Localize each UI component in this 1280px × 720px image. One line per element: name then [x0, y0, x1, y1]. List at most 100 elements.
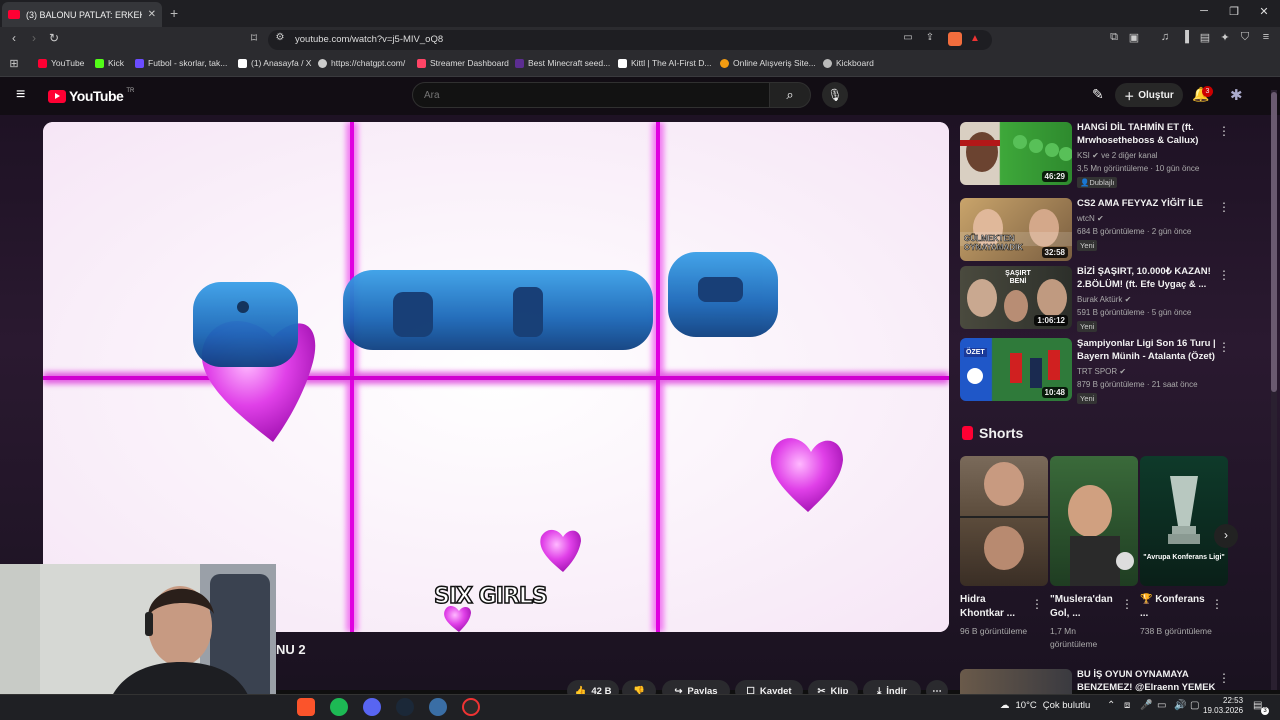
- bookmark-x[interactable]: (1) Anasayfa / X: [238, 58, 311, 68]
- media-icon[interactable]: ♫: [1157, 31, 1173, 43]
- rec-title[interactable]: BU İŞ OYUN OYNAMAYA BENZEMEZ! @Elraenn Y…: [1077, 669, 1217, 694]
- brave-rewards-icon[interactable]: ▲: [970, 33, 980, 44]
- clock-time: 22:53: [1223, 696, 1244, 705]
- rec-thumbnail[interactable]: [960, 669, 1072, 694]
- sidebar-icon[interactable]: ▐: [1177, 31, 1193, 43]
- site-info-icon[interactable]: ⚙: [272, 32, 288, 43]
- rec-video-1[interactable]: 46:29 HANGİ DİL TAHMİN ET (ft. Mrwhoseth…: [960, 122, 1260, 188]
- rec-menu-icon[interactable]: ⋮: [1218, 268, 1230, 282]
- bookmark-minecraft[interactable]: Best Minecraft seed...: [515, 58, 610, 68]
- tray-extra-icon[interactable]: ▢: [1190, 700, 1199, 711]
- new-tab-icon[interactable]: +: [170, 5, 178, 21]
- bookmark-chatgpt[interactable]: https://chatgpt.com/: [318, 58, 405, 68]
- app-taskbar-icon[interactable]: [429, 698, 447, 716]
- kick-icon: [95, 58, 104, 68]
- wallet-icon[interactable]: ▤: [1197, 31, 1213, 44]
- rec-title[interactable]: BİZİ ŞAŞIRT, 10.000₺ KAZAN! 2.BÖLÜM! (ft…: [1077, 266, 1217, 291]
- rec-channel[interactable]: Burak Aktürk ✔: [1077, 295, 1131, 304]
- close-tab-icon[interactable]: ✕: [148, 9, 156, 20]
- youtube-logo[interactable]: YouTube TR: [48, 88, 134, 104]
- rec-thumbnail[interactable]: ŞAŞIRT BENİ 1:06:12: [960, 266, 1072, 329]
- search-button[interactable]: ⌕: [769, 82, 811, 108]
- avatar[interactable]: ✱: [1230, 86, 1243, 104]
- short-title[interactable]: Hidra Khontkar ...: [960, 593, 1032, 621]
- network-icon[interactable]: ▭: [1157, 700, 1166, 711]
- bookmark-streamer-dashboard[interactable]: Streamer Dashboard: [417, 58, 509, 68]
- bookmark-kickboard[interactable]: Kickboard: [823, 58, 874, 68]
- tray-mic-icon[interactable]: 🎤: [1140, 700, 1152, 711]
- share-page-icon[interactable]: ⇪: [922, 32, 938, 43]
- short-menu-icon[interactable]: ⋮: [1211, 597, 1223, 611]
- bookmark-shopping[interactable]: Online Alışveriş Site...: [720, 58, 816, 68]
- rec-title[interactable]: HANGİ DİL TAHMİN ET (ft. Mrwhosetheboss …: [1077, 122, 1217, 147]
- browser-tab[interactable]: (3) BALONU PATLAT: ERKEKLER V ✕: [2, 2, 162, 27]
- rec-menu-icon[interactable]: ⋮: [1218, 340, 1230, 354]
- apps-grid-icon[interactable]: ⊞: [6, 57, 22, 70]
- short-menu-icon[interactable]: ⋮: [1121, 597, 1133, 611]
- screenshot-icon[interactable]: ▣: [1126, 31, 1142, 44]
- brave-shields-icon[interactable]: [948, 32, 962, 46]
- rec-video-4[interactable]: ÖZET 10:48 Şampiyonlar Ligi Son 16 Turu …: [960, 338, 1260, 404]
- rec-channel[interactable]: KSI ✔ ve 2 diğer kanal: [1077, 151, 1158, 160]
- short-menu-icon[interactable]: ⋮: [1031, 597, 1043, 611]
- minimize-icon[interactable]: ─: [1194, 5, 1214, 17]
- leo-ai-icon[interactable]: ✦: [1217, 31, 1233, 44]
- shorts-next-icon[interactable]: ›: [1214, 524, 1238, 548]
- short-card-2[interactable]: [1050, 456, 1138, 586]
- steam-taskbar-icon[interactable]: [396, 698, 414, 716]
- rec-menu-icon[interactable]: ⋮: [1218, 200, 1230, 214]
- short-card-3[interactable]: "Avrupa Konferans Ligi": [1140, 456, 1228, 586]
- spotify-taskbar-icon[interactable]: [330, 698, 348, 716]
- bookmark-icon[interactable]: ⌑: [246, 31, 262, 45]
- browser-menu-icon[interactable]: ≡: [1258, 31, 1274, 43]
- reload-icon[interactable]: ↻: [46, 31, 62, 45]
- video-player[interactable]: [43, 122, 949, 632]
- clip-add-icon[interactable]: ✎: [1092, 86, 1104, 103]
- short-card-1[interactable]: [960, 456, 1048, 586]
- vpn-icon[interactable]: ⛉: [1237, 31, 1253, 44]
- bookmark-label: Online Alışveriş Site...: [733, 58, 816, 68]
- rec-thumbnail[interactable]: GÜLMEKTEN OYNAYAMADIK 32:58: [960, 198, 1072, 261]
- rec-title[interactable]: Şampiyonlar Ligi Son 16 Turu | Bayern Mü…: [1077, 338, 1217, 363]
- rec-video-3[interactable]: ŞAŞIRT BENİ 1:06:12 BİZİ ŞAŞIRT, 10.000₺…: [960, 266, 1260, 332]
- obs-taskbar-icon[interactable]: [462, 698, 480, 716]
- hamburger-menu-icon[interactable]: ≡: [16, 86, 25, 104]
- tray-app-icon[interactable]: ⧈: [1124, 700, 1130, 711]
- bookmark-futbol[interactable]: Futbol - skorlar, tak...: [135, 58, 227, 68]
- extensions-icon[interactable]: ⧉: [1106, 31, 1122, 44]
- rec-thumbnail[interactable]: 46:29: [960, 122, 1072, 185]
- bookmark-label: Best Minecraft seed...: [528, 58, 611, 68]
- rec-thumbnail[interactable]: ÖZET 10:48: [960, 338, 1072, 401]
- rec-title[interactable]: CS2 AMA FEYYAZ YİĞİT İLE: [1077, 198, 1217, 211]
- rec-stats: 591 B görüntüleme · 5 gün önce: [1077, 308, 1192, 317]
- rec-video-2[interactable]: GÜLMEKTEN OYNAYAMADIK 32:58 CS2 AMA FEYY…: [960, 198, 1260, 262]
- back-icon[interactable]: ‹: [6, 31, 22, 45]
- restore-icon[interactable]: ❐: [1224, 5, 1244, 18]
- taskbar-clock[interactable]: 22:53 19.03.2026: [1203, 696, 1243, 716]
- create-button[interactable]: ＋ Oluştur: [1115, 83, 1183, 107]
- search-input[interactable]: [412, 82, 770, 108]
- discord-taskbar-icon[interactable]: [363, 698, 381, 716]
- shorts-title: Shorts: [979, 425, 1024, 441]
- forward-icon[interactable]: ›: [26, 31, 42, 45]
- rec-menu-icon[interactable]: ⋮: [1218, 124, 1230, 138]
- rec-channel[interactable]: TRT SPOR ✔: [1077, 367, 1126, 376]
- bookmark-label: Kick: [108, 58, 125, 68]
- rec-menu-icon[interactable]: ⋮: [1218, 671, 1230, 685]
- voice-search-icon[interactable]: 🎙: [822, 82, 848, 108]
- bookmark-kick[interactable]: Kick: [95, 58, 124, 68]
- close-window-icon[interactable]: ✕: [1254, 5, 1274, 18]
- tray-chevron-icon[interactable]: ⌃: [1107, 700, 1115, 711]
- volume-icon[interactable]: 🔊: [1174, 700, 1186, 711]
- bookmark-kittl[interactable]: Kittl | The AI-First D...: [618, 58, 711, 68]
- cast-icon[interactable]: ▭: [900, 32, 916, 43]
- brave-taskbar-icon[interactable]: [297, 698, 315, 716]
- scrollbar-thumb[interactable]: [1271, 92, 1277, 392]
- rec-channel[interactable]: wtcN ✔: [1077, 214, 1104, 223]
- url-text[interactable]: youtube.com/watch?v=j5-MIV_oQ8: [295, 34, 443, 45]
- short-title[interactable]: 🏆 Konferans ...: [1140, 593, 1212, 621]
- short-title[interactable]: "Muslera'dan Gol, ...: [1050, 593, 1122, 621]
- weather-widget[interactable]: ☁ 10°C Çok bulutlu: [1000, 700, 1090, 711]
- bookmark-youtube[interactable]: YouTube: [38, 58, 84, 68]
- cloud-icon: ☁: [1000, 700, 1010, 711]
